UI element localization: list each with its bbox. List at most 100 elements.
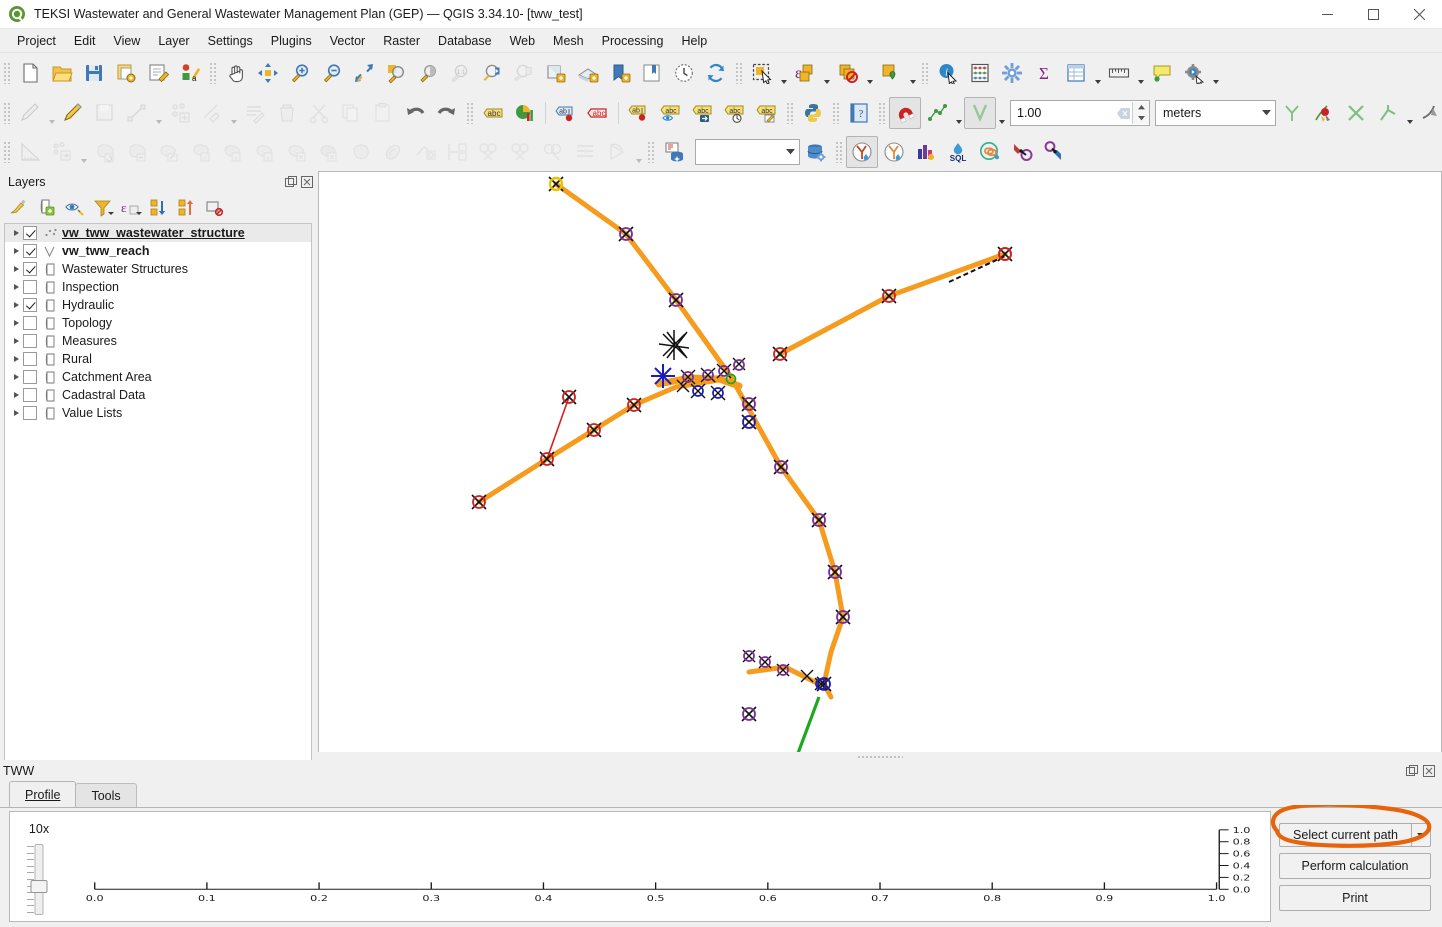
select-current-path-label-wrap[interactable]: Select current path bbox=[1279, 823, 1411, 847]
menu-database[interactable]: Database bbox=[429, 31, 501, 51]
clear-icon[interactable] bbox=[1114, 102, 1132, 124]
toolbar-grip[interactable] bbox=[832, 102, 840, 124]
close-button[interactable] bbox=[1396, 0, 1442, 28]
toolbar-grip[interactable] bbox=[835, 141, 843, 163]
trim-extend-icon[interactable] bbox=[441, 136, 473, 168]
processing-toolbox-icon[interactable] bbox=[1178, 57, 1210, 89]
snapping-units-combo[interactable]: meters bbox=[1155, 100, 1276, 126]
identify-features-icon[interactable]: i bbox=[932, 57, 964, 89]
rotate-feature-icon[interactable] bbox=[89, 136, 121, 168]
current-edits-icon[interactable] bbox=[14, 97, 46, 129]
chevron-down-icon[interactable] bbox=[864, 54, 875, 93]
toolbar-grip[interactable] bbox=[3, 102, 11, 124]
identify-highlight-icon[interactable] bbox=[875, 57, 907, 89]
chevron-down-icon[interactable] bbox=[996, 94, 1007, 133]
close-icon[interactable] bbox=[1422, 764, 1436, 778]
chevron-down-icon[interactable] bbox=[1257, 110, 1275, 116]
snapping-magnet-icon[interactable] bbox=[889, 97, 921, 129]
filter-legend-icon[interactable] bbox=[88, 194, 116, 220]
layer-item-wastewater-structures[interactable]: Wastewater Structures bbox=[5, 260, 311, 278]
expand-arrow-icon[interactable] bbox=[9, 284, 23, 290]
zoom-native-icon[interactable]: 1:1 bbox=[444, 57, 476, 89]
save-project-as-icon[interactable] bbox=[110, 57, 142, 89]
toolbar-grip[interactable] bbox=[209, 62, 217, 84]
layer-item-measures[interactable]: Measures bbox=[5, 332, 311, 350]
add-group-icon[interactable] bbox=[32, 194, 60, 220]
toggle-editing-icon[interactable] bbox=[57, 97, 89, 129]
layer-visibility-checkbox[interactable] bbox=[23, 298, 37, 312]
menu-settings[interactable]: Settings bbox=[199, 31, 262, 51]
open-attribute-table-icon[interactable] bbox=[1060, 57, 1092, 89]
toolbar-grip[interactable] bbox=[647, 141, 655, 163]
add-ring-icon[interactable] bbox=[153, 136, 185, 168]
options-icon[interactable] bbox=[996, 57, 1028, 89]
tww-profile-icon[interactable] bbox=[878, 136, 910, 168]
menu-help[interactable]: Help bbox=[672, 31, 716, 51]
tab-profile[interactable]: Profile bbox=[9, 781, 77, 807]
label-toolbar-icon[interactable]: abc bbox=[477, 97, 509, 129]
perform-calculation-button[interactable]: Perform calculation bbox=[1279, 853, 1431, 879]
layer-item-inspection[interactable]: Inspection bbox=[5, 278, 311, 296]
spinbox-arrows[interactable] bbox=[1132, 102, 1149, 124]
tww-network-icon[interactable] bbox=[910, 136, 942, 168]
expand-arrow-icon[interactable] bbox=[9, 374, 23, 380]
refresh-icon[interactable] bbox=[700, 57, 732, 89]
menu-project[interactable]: Project bbox=[8, 31, 65, 51]
fill-ring-icon[interactable] bbox=[217, 136, 249, 168]
select-current-path-button[interactable]: Select current path bbox=[1279, 823, 1431, 847]
new-3d-map-view-icon[interactable] bbox=[572, 57, 604, 89]
help-icon[interactable]: ? bbox=[843, 97, 875, 129]
toolbar-grip[interactable] bbox=[786, 102, 794, 124]
menu-raster[interactable]: Raster bbox=[374, 31, 429, 51]
expand-arrow-icon[interactable] bbox=[9, 392, 23, 398]
toolbar-grip[interactable] bbox=[3, 62, 11, 84]
database-settings-icon[interactable] bbox=[800, 136, 832, 168]
delete-selected-icon[interactable] bbox=[271, 97, 303, 129]
change-label-icon[interactable]: abc bbox=[751, 97, 783, 129]
zoom-next-icon[interactable] bbox=[508, 57, 540, 89]
highlight-labels-icon[interactable]: abc bbox=[582, 97, 614, 129]
field-calculator-icon[interactable] bbox=[964, 57, 996, 89]
map-tips-icon[interactable] bbox=[1146, 57, 1178, 89]
slider-handle[interactable] bbox=[30, 879, 48, 893]
chevron-down-icon[interactable] bbox=[821, 54, 832, 93]
avoid-overlap-icon[interactable] bbox=[1308, 97, 1340, 129]
menu-web[interactable]: Web bbox=[501, 31, 544, 51]
split-parts-icon[interactable] bbox=[505, 136, 537, 168]
manage-map-themes-icon[interactable] bbox=[60, 194, 88, 220]
layer-visibility-checkbox[interactable] bbox=[23, 226, 37, 240]
measure-angle-icon[interactable] bbox=[14, 136, 46, 168]
reverse-line-icon[interactable] bbox=[409, 136, 441, 168]
chevron-down-icon[interactable] bbox=[953, 94, 964, 133]
statistical-summary-icon[interactable]: Σ bbox=[1028, 57, 1060, 89]
open-layer-styling-icon[interactable] bbox=[4, 194, 32, 220]
layer-visibility-checkbox[interactable] bbox=[23, 370, 37, 384]
minimize-button[interactable] bbox=[1304, 0, 1350, 28]
offset-curve-icon[interactable] bbox=[377, 136, 409, 168]
layer-item-topology[interactable]: Topology bbox=[5, 314, 311, 332]
merge-attributes-icon[interactable] bbox=[569, 136, 601, 168]
snapping-type-icon[interactable] bbox=[964, 97, 996, 129]
layer-item-rural[interactable]: Rural bbox=[5, 350, 311, 368]
split-features-icon[interactable] bbox=[473, 136, 505, 168]
layer-visibility-checkbox[interactable] bbox=[23, 334, 37, 348]
chevron-down-icon[interactable] bbox=[1404, 94, 1415, 133]
snap-intersection-icon[interactable] bbox=[1340, 97, 1372, 129]
add-part-icon[interactable] bbox=[185, 136, 217, 168]
python-console-icon[interactable] bbox=[797, 97, 829, 129]
chevron-down-icon[interactable] bbox=[228, 94, 239, 133]
chevron-down-icon[interactable] bbox=[46, 94, 57, 133]
chevron-down-icon[interactable] bbox=[778, 54, 789, 93]
chevron-down-icon[interactable] bbox=[153, 94, 164, 133]
toolbar-grip[interactable] bbox=[921, 62, 929, 84]
tww-connect-icon[interactable] bbox=[974, 136, 1006, 168]
style-manager-icon[interactable]: a bbox=[174, 57, 206, 89]
toolbar-grip[interactable] bbox=[735, 62, 743, 84]
layer-item-cadastral-data[interactable]: Cadastral Data bbox=[5, 386, 311, 404]
pan-map-icon[interactable] bbox=[220, 57, 252, 89]
snapping-mode-icon[interactable] bbox=[921, 97, 953, 129]
layer-item-catchment-area[interactable]: Catchment Area bbox=[5, 368, 311, 386]
chevron-down-icon[interactable] bbox=[781, 149, 799, 155]
chevron-down-icon[interactable] bbox=[907, 54, 918, 93]
menu-processing[interactable]: Processing bbox=[593, 31, 673, 51]
